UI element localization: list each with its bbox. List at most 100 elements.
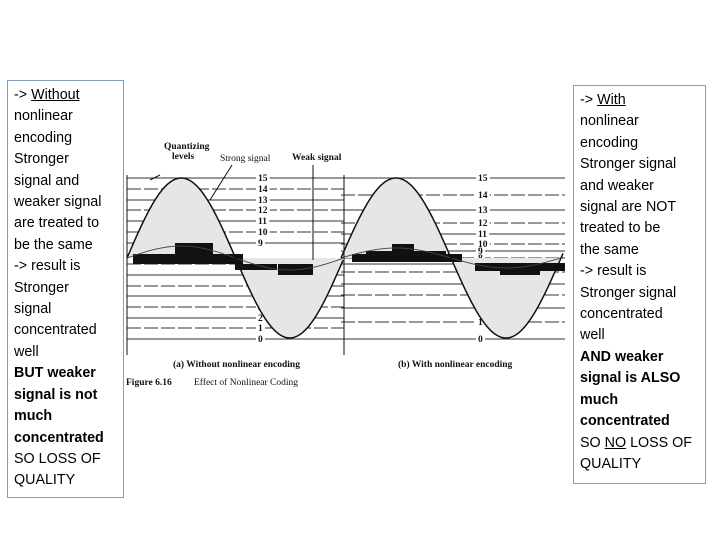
note-text: signal	[14, 301, 52, 318]
note-text: QUALITY	[14, 472, 76, 489]
note-text: LOSS OF	[626, 434, 693, 451]
note-text: concentrated	[580, 306, 663, 323]
note-text: -> result is	[580, 263, 647, 280]
quantizing-label-1: Quantizing	[164, 142, 210, 152]
note-line: are treated to	[14, 213, 117, 234]
note-text: well	[14, 343, 39, 360]
note-line: AND weaker	[580, 347, 699, 368]
note-text: the same	[580, 241, 639, 258]
note-line: concentrated	[580, 304, 699, 325]
note-text: encoding	[14, 129, 73, 146]
note-text: weaker	[43, 365, 96, 382]
level-label: 0	[478, 335, 483, 345]
note-line: nonlinear	[580, 111, 699, 132]
level-label: 12	[478, 219, 488, 229]
note-text: QUALITY	[580, 455, 642, 472]
note-line: SO LOSS OF	[14, 449, 117, 470]
note-line: be the same	[14, 235, 117, 256]
quantizing-label-2: levels	[172, 152, 194, 162]
note-text: With	[597, 92, 626, 108]
note-line: QUALITY	[14, 470, 117, 491]
note-text: treated to be	[580, 220, 661, 237]
note-text: NO	[604, 434, 627, 451]
note-line: signal is ALSO	[580, 368, 699, 389]
weak-signal-label: Weak signal	[292, 153, 342, 163]
level-label: 10	[258, 228, 268, 238]
note-line: concentrated	[14, 428, 117, 449]
note-text: weaker signal	[14, 194, 102, 211]
note-text: concentrated	[14, 322, 97, 339]
left-note-box: -> Without nonlinear encoding Stronger signa…	[7, 80, 124, 498]
note-line: Stronger	[14, 278, 117, 299]
note-text: BUT	[14, 365, 44, 382]
note-text: SO LOSS OF	[14, 450, 101, 467]
note-text: signal is ALSO	[580, 370, 681, 387]
level-label: 15	[478, 174, 488, 184]
note-line: signal and	[14, 171, 117, 192]
note-line: -> Without	[14, 85, 117, 106]
strong-signal-label: Strong signal	[220, 154, 271, 164]
note-line: -> result is	[580, 261, 699, 282]
note-text: Without	[31, 87, 80, 103]
note-line: much	[14, 406, 117, 427]
caption-b: (b) With nonlinear encoding	[398, 359, 513, 370]
note-line: Stronger signal	[580, 154, 699, 175]
note-text: -> result is	[14, 258, 81, 275]
note-line: nonlinear	[14, 106, 117, 127]
note-text: Stronger signal	[580, 156, 677, 173]
note-line: signal are NOT	[580, 197, 699, 218]
note-line: encoding	[14, 128, 117, 149]
nonlinear-coding-figure: 151413121110976543210 151413121110986543…	[126, 142, 565, 388]
level-label: 9	[258, 239, 263, 249]
note-line: well	[580, 325, 699, 346]
note-text: and weaker	[580, 177, 654, 194]
note-text: much	[580, 391, 619, 408]
note-line: and weaker	[580, 176, 699, 197]
note-text: much	[14, 408, 53, 425]
note-line: treated to be	[580, 218, 699, 239]
level-label: 12	[258, 206, 268, 216]
level-label: 11	[258, 217, 267, 227]
note-text: SO	[580, 434, 605, 451]
strong-signal-pointer	[209, 164, 233, 201]
note-line: BUT weaker	[14, 363, 117, 384]
signal-marks	[126, 164, 565, 355]
level-label: 14	[478, 191, 488, 201]
level-label: 14	[258, 185, 268, 195]
note-line: signal	[14, 299, 117, 320]
note-line: the same	[580, 240, 699, 261]
note-text: Stronger	[14, 279, 69, 296]
level-label: 11	[478, 230, 487, 240]
note-line: Stronger signal	[580, 283, 699, 304]
figure-title: Effect of Nonlinear Coding	[194, 377, 298, 388]
note-text: concentrated	[14, 429, 104, 446]
weak-signal-quantized-block	[133, 254, 243, 264]
note-text: encoding	[580, 134, 639, 151]
note-line: -> With	[580, 90, 699, 111]
note-line: weaker signal	[14, 192, 117, 213]
right-note-box: -> With nonlinear encoding Stronger signal a…	[573, 85, 706, 484]
note-text: Stronger	[14, 151, 69, 168]
note-text: ->	[580, 92, 598, 108]
level-label: 13	[258, 196, 268, 206]
note-text: ->	[14, 87, 32, 103]
quantizing-pointer	[149, 174, 161, 181]
level-label: 0	[258, 335, 263, 345]
note-text: nonlinear	[14, 108, 73, 125]
note-line: SO NO LOSS OF	[580, 433, 699, 454]
note-text: Stronger signal	[580, 284, 677, 301]
note-line: encoding	[580, 133, 699, 154]
note-text: are treated to	[14, 215, 100, 232]
level-label: 15	[258, 174, 268, 184]
note-line: concentrated	[580, 411, 699, 432]
note-text: nonlinear	[580, 113, 639, 130]
note-line: QUALITY	[580, 454, 699, 475]
level-label: 13	[478, 206, 488, 216]
note-text: signal is not	[14, 386, 98, 403]
caption-a: (a) Without nonlinear encoding	[173, 359, 300, 370]
note-line: well	[14, 342, 117, 363]
note-text: signal are NOT	[580, 199, 677, 216]
note-line: Stronger	[14, 149, 117, 170]
level-label: 2	[258, 314, 263, 324]
note-text: well	[580, 327, 605, 344]
